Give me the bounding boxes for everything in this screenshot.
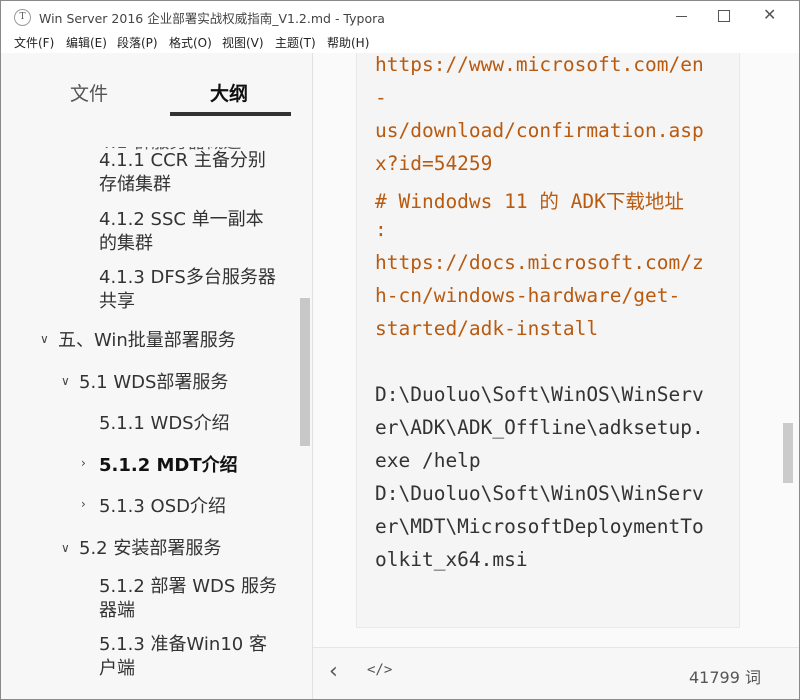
menu-edit[interactable]: 编辑(E) (66, 34, 107, 51)
active-tab-indicator (170, 112, 291, 116)
outline-item-5-1-3[interactable]: 5.1.3 OSD介绍 (99, 495, 279, 519)
menu-theme[interactable]: 主题(T) (275, 34, 316, 51)
typora-app-icon: T (14, 9, 31, 26)
maximize-button[interactable] (701, 1, 747, 31)
code-line: https://docs.microsoft.com/z (375, 251, 704, 274)
code-line: - (375, 86, 387, 109)
chevron-right-icon[interactable]: › (81, 497, 86, 511)
code-line: started/adk-install (375, 317, 599, 340)
outline-item-5-1-2-active[interactable]: 5.1.2 MDT介绍 (99, 454, 279, 478)
chevron-right-icon[interactable]: › (81, 456, 86, 470)
outline-item-5-1[interactable]: 5.1 WDS部署服务 (79, 371, 279, 395)
outline-item-4-1-1[interactable]: 4.1.1 CCR 主备分别存储集群 (99, 149, 279, 197)
chevron-left-icon[interactable]: ‹ (329, 659, 338, 684)
window-title: Win Server 2016 企业部署实战权威指南_V1.2.md - Typ… (39, 11, 385, 26)
sidebar-scrollbar[interactable] (300, 298, 310, 446)
word-count[interactable]: 41799 词 (689, 664, 761, 688)
status-bar: ‹ </> 41799 词 (313, 647, 799, 699)
menu-format[interactable]: 格式(O) (169, 34, 212, 51)
tab-files[interactable]: 文件 (70, 79, 108, 106)
close-icon: ✕ (763, 5, 777, 24)
menu-bar: 文件(F) 编辑(E) 段落(P) 格式(O) 视图(V) 主题(T) 帮助(H… (1, 32, 799, 52)
code-line: D:\Duoluo\Soft\WinOS\WinServ (375, 383, 704, 406)
code-line: x?id=54259 (375, 152, 493, 175)
code-line: er\ADK\ADK_Offline\adksetup. (375, 416, 704, 439)
minimize-icon (676, 16, 687, 17)
menu-file[interactable]: 文件(F) (14, 34, 54, 51)
outline-item-5-1-2-wds[interactable]: 5.1.2 部署 WDS 服务器端 (99, 575, 279, 623)
code-comment-line: # Windodws 11 的 ADK下载地址 (375, 190, 684, 213)
tab-outline[interactable]: 大纲 (210, 79, 248, 106)
maximize-icon (718, 10, 730, 22)
outline-item-4-1-3[interactable]: 4.1.3 DFS多台服务器共享 (99, 266, 279, 314)
outline-item-5-2[interactable]: 5.2 安装部署服务 (79, 537, 279, 561)
menu-paragraph[interactable]: 段落(P) (117, 34, 158, 51)
code-line: er\MDT\MicrosoftDeploymentTo (375, 515, 704, 538)
typora-window: T Win Server 2016 企业部署实战权威指南_V1.2.md - T… (0, 0, 800, 700)
code-line: exe /help (375, 449, 481, 472)
chevron-down-icon[interactable]: ∨ (61, 541, 70, 555)
editor-scrollbar[interactable] (783, 423, 793, 483)
minimize-button[interactable] (659, 1, 705, 31)
code-line: : (375, 218, 387, 241)
outline-item-chapter-5[interactable]: 五、Win批量部署服务 (58, 329, 298, 353)
outline-item-5-1-1[interactable]: 5.1.1 WDS介绍 (99, 412, 279, 436)
menu-help[interactable]: 帮助(H) (327, 34, 369, 51)
outline-item-4-1-2[interactable]: 4.1.2 SSC 单一副本的集群 (99, 208, 279, 256)
close-button[interactable]: ✕ (747, 1, 793, 31)
outline-item-5-1-3-win10[interactable]: 5.1.3 准备Win10 客户端 (99, 633, 279, 681)
menu-view[interactable]: 视图(V) (222, 34, 264, 51)
code-line: h-cn/windows-hardware/get- (375, 284, 681, 307)
sidebar: 文件 大纲 4.1 群服务器概述 4.1.1 CCR 主备分别存储集群 4.1.… (1, 53, 313, 699)
code-line: us/download/confirmation.asp (375, 119, 704, 142)
code-line: https://www.microsoft.com/en (375, 53, 704, 76)
chevron-down-icon[interactable]: ∨ (61, 374, 70, 388)
code-line: D:\Duoluo\Soft\WinOS\WinServ (375, 482, 704, 505)
chevron-down-icon[interactable]: ∨ (40, 332, 49, 346)
editor[interactable]: https://www.microsoft.com/en - us/downlo… (313, 53, 799, 699)
title-bar[interactable]: T Win Server 2016 企业部署实战权威指南_V1.2.md - T… (1, 1, 799, 31)
code-line: olkit_x64.msi (375, 548, 528, 571)
code-icon[interactable]: </> (367, 662, 392, 678)
